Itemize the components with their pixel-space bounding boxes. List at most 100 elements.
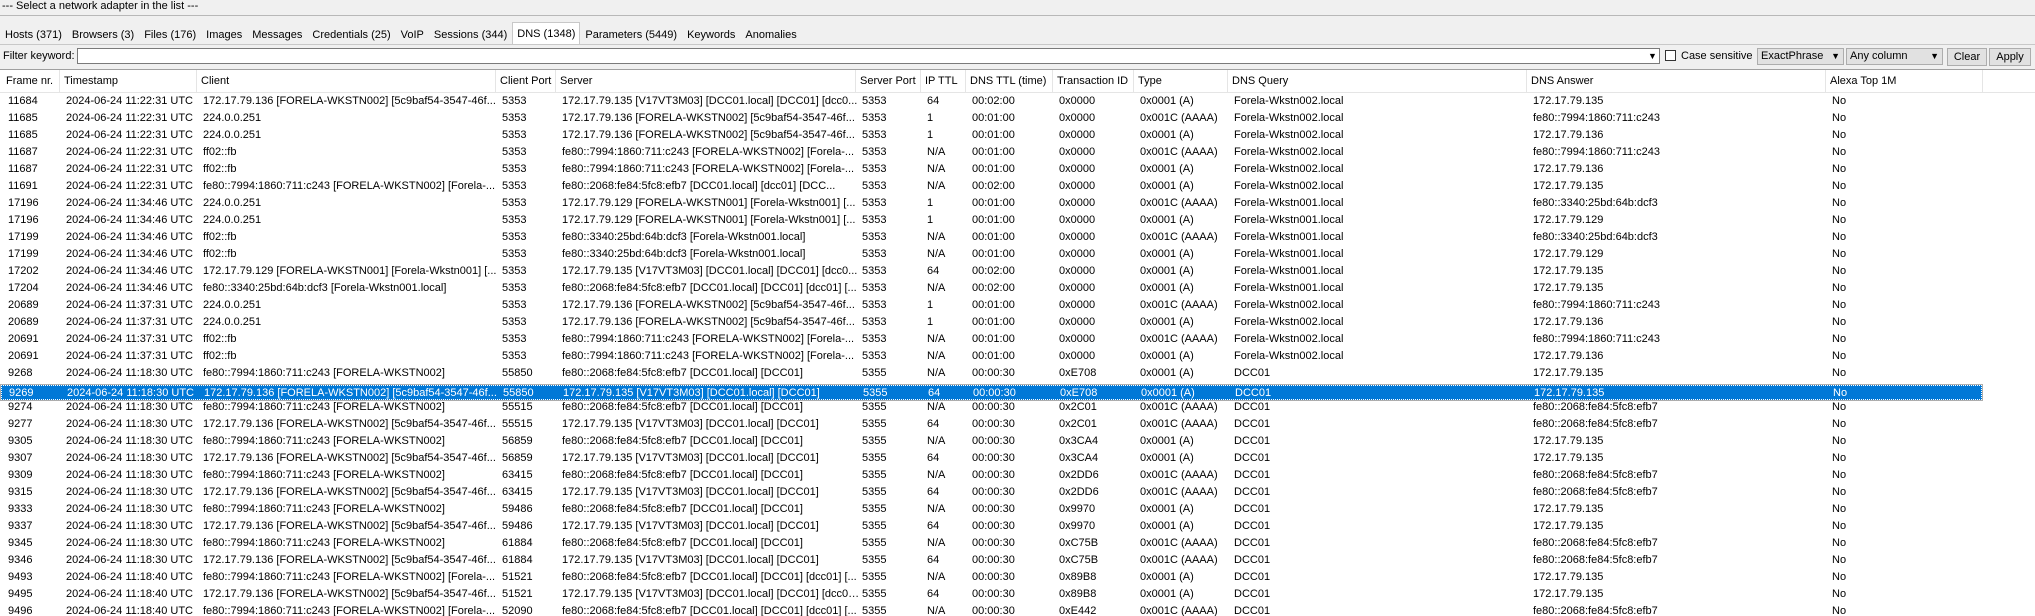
table-row[interactable]: 9495 2024-06-24 11:18:40 UTC 172.17.79.136… [0, 586, 1983, 603]
dns-query-cell: DCC01 [1234, 469, 1271, 481]
table-row[interactable]: 9337 2024-06-24 11:18:30 UTC 172.17.79.136… [0, 518, 1983, 535]
frame-cell: 20691 [8, 333, 39, 345]
clear-button[interactable]: Clear [1947, 48, 1987, 66]
column-header-timestamp[interactable]: Timestamp [60, 70, 197, 92]
tab-parameters[interactable]: Parameters (5449) [580, 24, 682, 44]
server-cell: 172.17.79.136 [FORELA-WKSTN002] [5c9baf5… [562, 316, 855, 328]
table-row[interactable]: 20691 2024-06-24 11:37:31 UTC ff02::fb 5353… [0, 331, 1983, 348]
column-header-ip-ttl[interactable]: IP TTL [921, 70, 966, 92]
client-port-cell: 52090 [502, 605, 533, 616]
column-select[interactable]: Any column ▼ [1846, 48, 1943, 65]
tab-browsers[interactable]: Browsers (3) [67, 24, 139, 44]
frame-cell: 11687 [8, 163, 38, 175]
tab-images[interactable]: Images [201, 24, 247, 44]
table-row[interactable]: 17196 2024-06-24 11:34:46 UTC 224.0.0.251 5… [0, 212, 1983, 229]
server-cell: fe80::2068:fe84:5fc8:efb7 [DCC01.local] … [562, 503, 803, 515]
frame-cell: 11685 [8, 112, 38, 124]
table-row[interactable]: 9277 2024-06-24 11:18:30 UTC 172.17.79.136… [0, 416, 1983, 433]
frame-cell: 11684 [8, 95, 38, 107]
alexa-cell: No [1832, 571, 1847, 583]
transaction-id-cell: 0x0000 [1059, 146, 1096, 158]
client-port-cell: 5353 [502, 163, 527, 175]
table-row[interactable]: 9268 2024-06-24 11:18:30 UTC fe80::7994:18… [0, 365, 1983, 382]
server-port-cell: 5355 [862, 503, 887, 515]
timestamp-cell: 2024-06-24 11:18:40 UTC [66, 605, 193, 616]
table-row[interactable]: 17199 2024-06-24 11:34:46 UTC ff02::fb 5353… [0, 246, 1983, 263]
table-row[interactable]: 9315 2024-06-24 11:18:30 UTC 172.17.79.136… [0, 484, 1983, 501]
table-row[interactable]: 17202 2024-06-24 11:34:46 UTC 172.17.79.12… [0, 263, 1983, 280]
type-cell: 0x0001 (A) [1140, 520, 1194, 532]
column-header-dns-answer[interactable]: DNS Answer [1527, 70, 1826, 92]
client-port-cell: 5353 [502, 248, 527, 260]
table-row[interactable]: 17196 2024-06-24 11:34:46 UTC 224.0.0.251 5… [0, 195, 1983, 212]
column-header-client-port[interactable]: Client Port [496, 70, 556, 92]
timestamp-cell: 2024-06-24 11:22:31 UTC [66, 163, 193, 175]
table-row[interactable]: 20689 2024-06-24 11:37:31 UTC 224.0.0.251 5… [0, 297, 1983, 314]
tab-voip[interactable]: VoIP [396, 24, 429, 44]
tab-keywords[interactable]: Keywords [682, 24, 740, 44]
table-row[interactable]: 9346 2024-06-24 11:18:30 UTC 172.17.79.136… [0, 552, 1983, 569]
server-port-cell: 5353 [862, 299, 887, 311]
transaction-id-cell: 0x3CA4 [1059, 452, 1099, 464]
client-cell: 172.17.79.136 [FORELA-WKSTN002] [5c9baf5… [203, 95, 496, 107]
column-header-type[interactable]: Type [1134, 70, 1228, 92]
table-row[interactable]: 17199 2024-06-24 11:34:46 UTC ff02::fb 5353… [0, 229, 1983, 246]
match-mode-select[interactable]: ExactPhrase ▼ [1757, 48, 1844, 65]
type-cell: 0x0001 (A) [1140, 248, 1194, 260]
table-row[interactable]: 11687 2024-06-24 11:22:31 UTC ff02::fb 5353… [0, 161, 1983, 178]
dns-ttl-cell: 00:01:00 [972, 350, 1015, 362]
tab-hosts[interactable]: Hosts (371) [0, 24, 67, 44]
table-row[interactable]: 9309 2024-06-24 11:18:30 UTC fe80::7994:18… [0, 467, 1983, 484]
table-row[interactable]: 9333 2024-06-24 11:18:30 UTC fe80::7994:18… [0, 501, 1983, 518]
dns-ttl-cell: 00:01:00 [972, 197, 1015, 209]
tab-dns[interactable]: DNS (1348) [512, 22, 581, 44]
server-port-cell: 5355 [862, 520, 887, 532]
table-row[interactable]: 20689 2024-06-24 11:37:31 UTC 224.0.0.251 5… [0, 314, 1983, 331]
server-cell: 172.17.79.135 [V17VT3M03] [DCC01.local] … [562, 452, 819, 464]
table-row[interactable]: 9345 2024-06-24 11:18:30 UTC fe80::7994:18… [0, 535, 1983, 552]
table-row[interactable]: 9274 2024-06-24 11:18:30 UTC fe80::7994:18… [0, 399, 1983, 416]
dns-ttl-cell: 00:00:30 [972, 571, 1015, 583]
tab-messages[interactable]: Messages [247, 24, 307, 44]
transaction-id-cell: 0x0000 [1059, 129, 1096, 141]
table-row[interactable]: 11691 2024-06-24 11:22:31 UTC fe80::7994:1… [0, 178, 1983, 195]
chevron-down-icon[interactable]: ▼ [1646, 49, 1659, 63]
table-row[interactable]: 11685 2024-06-24 11:22:31 UTC 224.0.0.251 5… [0, 127, 1983, 144]
network-adapter-selector[interactable]: --- Select a network adapter in the list… [0, 0, 2035, 16]
table-row[interactable]: 9305 2024-06-24 11:18:30 UTC fe80::7994:18… [0, 433, 1983, 450]
tab-files[interactable]: Files (176) [139, 24, 201, 44]
table-row[interactable]: 17204 2024-06-24 11:34:46 UTC fe80::3340:2… [0, 280, 1983, 297]
type-cell: 0x001C (AAAA) [1140, 231, 1218, 243]
filter-keyword-input[interactable] [77, 48, 1660, 64]
column-header-dns-ttl[interactable]: DNS TTL (time) [966, 70, 1053, 92]
server-cell: fe80::2068:fe84:5fc8:efb7 [DCC01.local] … [562, 180, 836, 192]
timestamp-cell: 2024-06-24 11:18:30 UTC [66, 537, 193, 549]
column-header-transaction-id[interactable]: Transaction ID [1053, 70, 1134, 92]
table-row[interactable]: 11685 2024-06-24 11:22:31 UTC 224.0.0.251 5… [0, 110, 1983, 127]
table-row[interactable]: 9496 2024-06-24 11:18:40 UTC fe80::7994:18… [0, 603, 1983, 616]
tab-credentials[interactable]: Credentials (25) [307, 24, 395, 44]
type-cell: 0x0001 (A) [1140, 350, 1194, 362]
apply-button[interactable]: Apply [1989, 48, 2031, 66]
case-sensitive-checkbox[interactable] [1665, 50, 1676, 61]
table-row[interactable]: 11687 2024-06-24 11:22:31 UTC ff02::fb 5353… [0, 144, 1983, 161]
client-cell: 172.17.79.129 [FORELA-WKSTN001] [Forela-… [203, 265, 497, 277]
column-header-server-port[interactable]: Server Port [856, 70, 921, 92]
table-row[interactable]: 9493 2024-06-24 11:18:40 UTC fe80::7994:18… [0, 569, 1983, 586]
table-row[interactable]: 11684 2024-06-24 11:22:31 UTC 172.17.79.13… [0, 93, 1983, 110]
tab-sessions[interactable]: Sessions (344) [429, 24, 512, 44]
transaction-id-cell: 0x0000 [1059, 214, 1096, 226]
dns-answer-cell: fe80::2068:fe84:5fc8:efb7 [1533, 401, 1658, 413]
column-header-server[interactable]: Server [556, 70, 856, 92]
column-header-alexa[interactable]: Alexa Top 1M [1826, 70, 1983, 92]
column-header-dns-query[interactable]: DNS Query [1228, 70, 1527, 92]
column-header-client[interactable]: Client [197, 70, 496, 92]
column-header-frame[interactable]: Frame nr. [2, 70, 60, 92]
dns-ttl-cell: 00:01:00 [972, 299, 1015, 311]
table-row[interactable]: 9307 2024-06-24 11:18:30 UTC 172.17.79.136… [0, 450, 1983, 467]
transaction-id-cell: 0x0000 [1059, 350, 1096, 362]
frame-cell: 9495 [8, 588, 33, 600]
table-row[interactable]: 20691 2024-06-24 11:37:31 UTC ff02::fb 5353… [0, 348, 1983, 365]
tab-anomalies[interactable]: Anomalies [740, 24, 801, 44]
frame-cell: 9315 [8, 486, 33, 498]
